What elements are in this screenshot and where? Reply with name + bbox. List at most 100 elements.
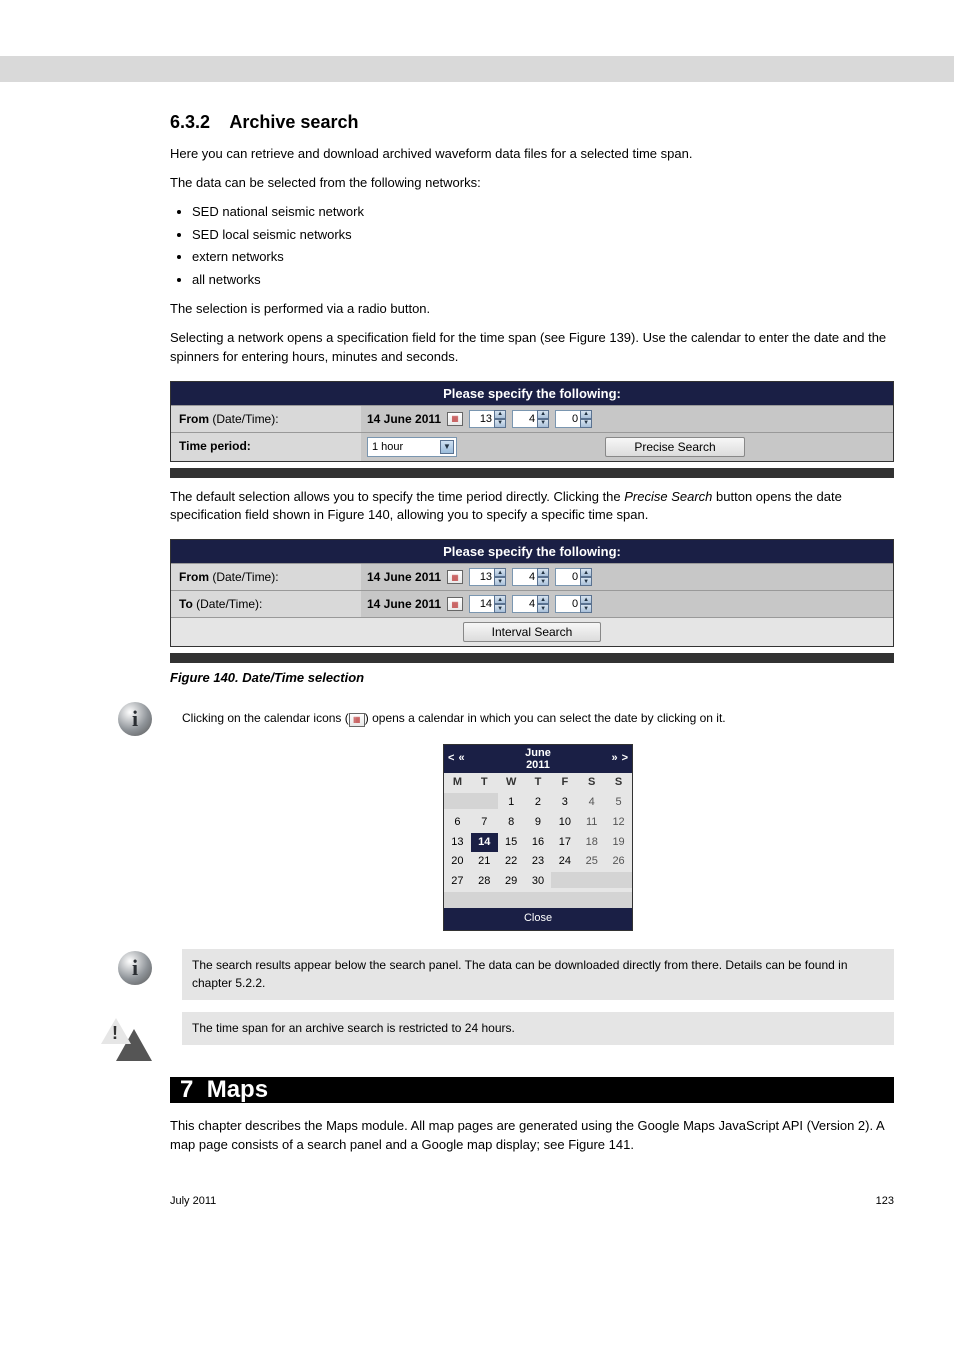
calendar-day[interactable]: 9	[525, 813, 552, 833]
minute-input[interactable]	[512, 568, 538, 586]
spin-up-icon[interactable]: ▲	[537, 595, 549, 604]
spin-down-icon[interactable]: ▼	[537, 604, 549, 613]
calendar-day[interactable]: 4	[578, 793, 605, 813]
precise-lead: Selecting a network opens a specificatio…	[170, 329, 894, 367]
calendar-day[interactable]: 12	[605, 813, 632, 833]
calendar-month: June	[525, 747, 551, 759]
chapter-heading: 7 Maps	[170, 1077, 894, 1103]
calendar-day[interactable]: 2	[525, 793, 552, 813]
second-input[interactable]	[555, 568, 581, 586]
calendar-widget[interactable]: < « June 2011 » > MTWTFSS	[443, 744, 633, 932]
spin-down-icon[interactable]: ▼	[494, 419, 506, 428]
second-input[interactable]	[555, 595, 581, 613]
next-year-icon[interactable]: >	[622, 751, 628, 767]
calendar-dow: M	[444, 773, 471, 793]
hour-input[interactable]	[469, 595, 495, 613]
from-label: From (Date/Time):	[171, 564, 361, 590]
spin-down-icon[interactable]: ▼	[494, 604, 506, 613]
spin-up-icon[interactable]: ▲	[494, 410, 506, 419]
calendar-day[interactable]: 20	[444, 852, 471, 872]
info-icon: i	[118, 702, 152, 736]
panel-header: Please specify the following:	[171, 382, 893, 405]
networks-lead: The data can be selected from the follow…	[170, 174, 894, 193]
calendar-day[interactable]: 8	[498, 813, 525, 833]
calendar-year: 2011	[526, 759, 550, 771]
spin-down-icon[interactable]: ▼	[580, 604, 592, 613]
calendar-day[interactable]: 14	[471, 833, 498, 853]
spin-down-icon[interactable]: ▼	[580, 419, 592, 428]
calendar-day[interactable]: 24	[551, 852, 578, 872]
precise-search-button[interactable]: Precise Search	[605, 437, 744, 457]
date-select-para: The default selection allows you to spec…	[170, 488, 894, 526]
spin-down-icon[interactable]: ▼	[537, 419, 549, 428]
to-date: 14 June 2011	[367, 597, 441, 611]
intro-para: Here you can retrieve and download archi…	[170, 145, 894, 164]
list-item: all networks	[192, 271, 894, 290]
calendar-day[interactable]: 22	[498, 852, 525, 872]
calendar-day[interactable]: 1	[498, 793, 525, 813]
section-number: 6.3.2	[170, 112, 210, 132]
spin-up-icon[interactable]: ▲	[580, 595, 592, 604]
calendar-day	[578, 872, 605, 888]
calendar-dow: T	[471, 773, 498, 793]
calendar-para: Clicking on the calendar icons (▦) opens…	[182, 710, 894, 727]
calendar-day[interactable]: 25	[578, 852, 605, 872]
specify-panel-2: Please specify the following: From (Date…	[170, 539, 894, 647]
calendar-day[interactable]: 30	[525, 872, 552, 892]
spin-up-icon[interactable]: ▲	[580, 568, 592, 577]
calendar-day[interactable]: 11	[578, 813, 605, 833]
section-title: Archive search	[229, 112, 358, 132]
spin-up-icon[interactable]: ▲	[537, 568, 549, 577]
second-input[interactable]	[555, 410, 581, 428]
calendar-day[interactable]: 17	[551, 833, 578, 853]
minute-input[interactable]	[512, 595, 538, 613]
calendar-day[interactable]: 3	[551, 793, 578, 813]
calendar-day[interactable]: 27	[444, 872, 471, 892]
hour-input[interactable]	[469, 568, 495, 586]
calendar-day[interactable]: 10	[551, 813, 578, 833]
spin-up-icon[interactable]: ▲	[537, 410, 549, 419]
from-date: 14 June 2011	[367, 570, 441, 584]
time-period-select[interactable]: 1 hour ▼	[367, 437, 457, 457]
calendar-dow: S	[605, 773, 632, 793]
spin-down-icon[interactable]: ▼	[537, 577, 549, 586]
calendar-day[interactable]: 15	[498, 833, 525, 853]
calendar-icon[interactable]: ▦	[447, 597, 463, 611]
spin-up-icon[interactable]: ▲	[494, 568, 506, 577]
spin-down-icon[interactable]: ▼	[580, 577, 592, 586]
calendar-close-button[interactable]: Close	[444, 908, 632, 930]
calendar-day[interactable]: 18	[578, 833, 605, 853]
chapter-intro: This chapter describes the Maps module. …	[170, 1117, 894, 1155]
footer-date: July 2011	[170, 1195, 216, 1207]
next-month-icon[interactable]: »	[611, 751, 617, 767]
calendar-day[interactable]: 16	[525, 833, 552, 853]
prev-month-icon[interactable]: «	[458, 751, 464, 767]
spin-up-icon[interactable]: ▲	[494, 595, 506, 604]
calendar-day[interactable]: 13	[444, 833, 471, 853]
from-date: 14 June 2011	[367, 412, 441, 426]
calendar-day[interactable]: 19	[605, 833, 632, 853]
spin-up-icon[interactable]: ▲	[580, 410, 592, 419]
calendar-day[interactable]: 7	[471, 813, 498, 833]
hour-input[interactable]	[469, 410, 495, 428]
calendar-day	[444, 793, 471, 809]
calendar-day[interactable]: 5	[605, 793, 632, 813]
time-period-label: Time period:	[171, 433, 361, 461]
from-label: From (Date/Time):	[171, 406, 361, 432]
calendar-icon[interactable]: ▦	[447, 570, 463, 584]
calendar-day[interactable]: 29	[498, 872, 525, 892]
minute-input[interactable]	[512, 410, 538, 428]
calendar-icon[interactable]: ▦	[447, 412, 463, 426]
warning-text: The time span for an archive search is r…	[182, 1012, 894, 1045]
prev-year-icon[interactable]: <	[448, 751, 454, 767]
calendar-day[interactable]: 28	[471, 872, 498, 892]
calendar-day	[605, 872, 632, 888]
interval-search-button[interactable]: Interval Search	[463, 622, 602, 642]
calendar-day[interactable]: 21	[471, 852, 498, 872]
calendar-day[interactable]: 6	[444, 813, 471, 833]
chevron-down-icon: ▼	[440, 440, 454, 454]
spin-down-icon[interactable]: ▼	[494, 577, 506, 586]
calendar-day[interactable]: 23	[525, 852, 552, 872]
calendar-day[interactable]: 26	[605, 852, 632, 872]
specify-panel-1: Please specify the following: From (Date…	[170, 381, 894, 462]
